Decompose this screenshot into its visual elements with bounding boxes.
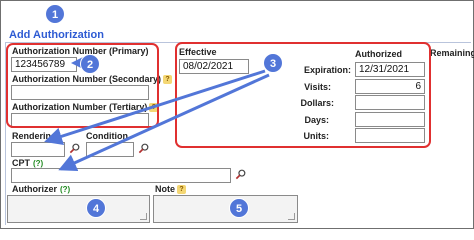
authorizer-textarea[interactable] <box>7 195 150 223</box>
note-label-text: Note <box>155 184 175 194</box>
authorization-form: Add Authorization Authorization Number (… <box>0 0 474 229</box>
authorizer-label-text: Authorizer <box>12 184 57 194</box>
section-title: Add Authorization <box>9 29 104 41</box>
condition-input[interactable] <box>86 142 134 157</box>
callout-badge-3: 3 <box>263 53 283 73</box>
resize-grip-icon[interactable] <box>288 213 295 220</box>
help-icon[interactable]: ? <box>163 75 173 84</box>
callout-badge-2: 2 <box>80 54 100 74</box>
callout-badge-1: 1 <box>45 4 65 24</box>
resize-grip-icon[interactable] <box>140 213 147 220</box>
highlight-box-dates-limits <box>175 42 431 148</box>
callout-badge-5: 5 <box>229 198 249 218</box>
authorizer-label: Authorizer (?) <box>12 184 70 194</box>
cpt-label: CPT (?) <box>12 158 43 168</box>
search-icon[interactable] <box>235 169 246 180</box>
help-icon[interactable]: (?) <box>33 159 43 168</box>
remaining-header: Remaining <box>430 48 474 58</box>
cpt-input[interactable] <box>11 168 231 183</box>
note-textarea[interactable] <box>153 195 298 223</box>
help-icon[interactable]: (?) <box>60 185 70 194</box>
callout-badge-4: 4 <box>86 198 106 218</box>
help-icon[interactable]: ? <box>177 185 186 194</box>
cpt-label-text: CPT <box>12 158 30 168</box>
condition-label: Condition <box>86 131 128 141</box>
search-icon[interactable] <box>69 143 80 154</box>
rendering-label: Rendering <box>12 131 57 141</box>
rendering-input[interactable] <box>11 142 65 157</box>
note-label: Note? <box>155 184 186 194</box>
search-icon[interactable] <box>138 143 149 154</box>
